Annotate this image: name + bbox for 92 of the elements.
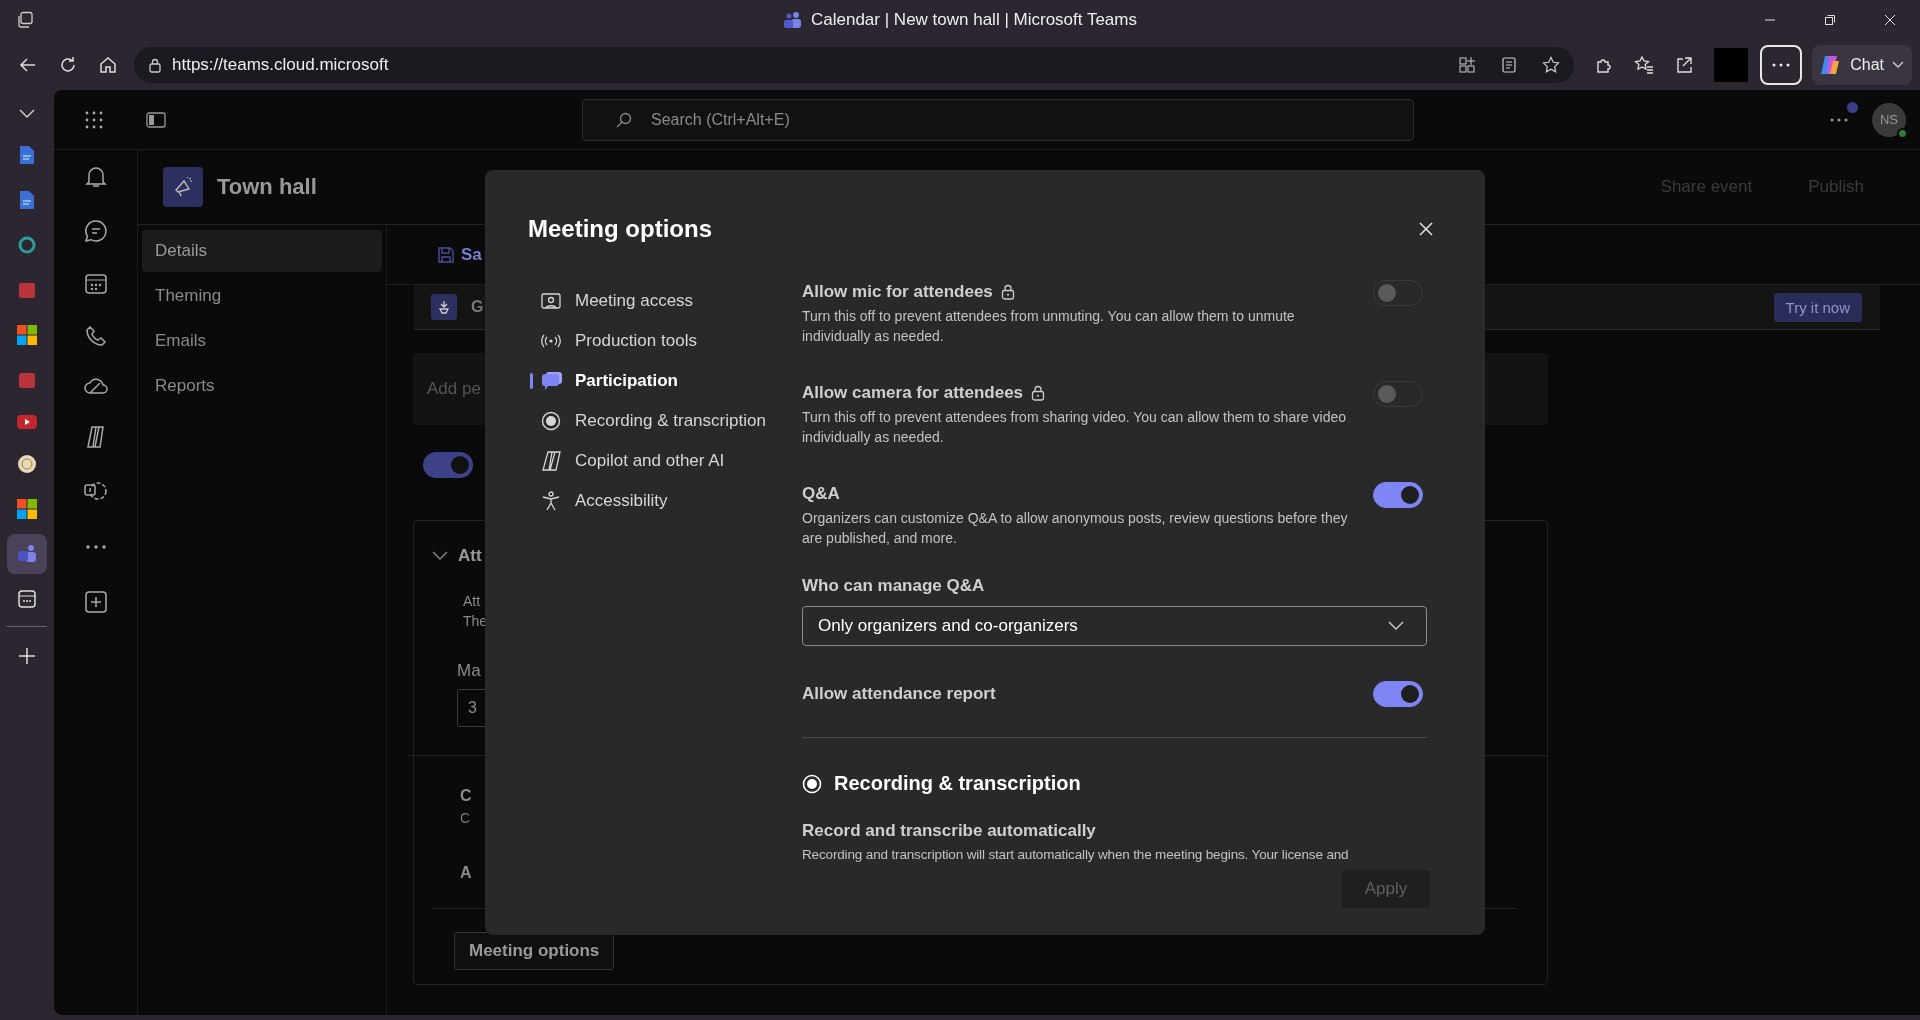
windows-logo-icon[interactable]	[17, 325, 37, 345]
banner-icon	[431, 294, 457, 320]
setting-title: Allow mic for attendees	[802, 281, 993, 303]
bell-icon[interactable]	[84, 165, 107, 189]
apps-icon[interactable]	[1458, 56, 1477, 74]
more-icon[interactable]	[85, 545, 106, 549]
chat-button[interactable]: Chat	[1812, 45, 1912, 85]
restore-icon[interactable]	[1824, 14, 1836, 26]
setting-description: Organizers can customize Q&A to allow anonymous posts, review questions before they are published, and more.	[802, 509, 1349, 548]
pdf-icon[interactable]	[18, 280, 36, 300]
setting-description: Turn this off to prevent attendees from unmuting. You can allow them to unmute individually as needed.	[802, 307, 1296, 346]
record-icon	[802, 773, 822, 794]
app-launcher-icon[interactable]	[85, 110, 103, 129]
video-icon[interactable]	[17, 415, 37, 429]
nav-item[interactable]: Emails	[142, 320, 382, 362]
row-title: A	[460, 864, 472, 882]
caret-icon	[1892, 61, 1904, 69]
record-icon	[541, 411, 563, 431]
options-nav-item[interactable]: Participation	[530, 361, 802, 401]
setting-title: Record and transcribe automatically	[802, 820, 1097, 842]
more-button[interactable]	[1760, 45, 1803, 85]
try-it-now-button[interactable]: Try it now	[1773, 292, 1862, 322]
section-text: Att	[463, 592, 481, 611]
toggle-switch[interactable]	[1373, 681, 1423, 707]
search-icon	[616, 111, 632, 128]
favorites-icon[interactable]	[1634, 55, 1655, 75]
row-title: C	[460, 787, 472, 805]
close-icon[interactable]	[1884, 14, 1896, 26]
chevron-icon	[1388, 621, 1404, 631]
phone-icon[interactable]	[84, 325, 107, 347]
setting-title: Allow camera for attendees	[802, 382, 1024, 404]
nav-item[interactable]: Reports	[142, 365, 382, 407]
broadcast-icon	[541, 332, 563, 350]
section-title: Att	[458, 546, 482, 566]
row-text: C	[460, 810, 471, 826]
more-icon	[1772, 63, 1791, 67]
more-icon[interactable]	[1830, 117, 1848, 122]
cloud-icon[interactable]	[83, 377, 108, 395]
add-app-icon[interactable]	[84, 591, 107, 613]
sidebar-toggle-icon[interactable]	[146, 111, 166, 128]
section-heading: Recording & transcription	[834, 772, 1081, 795]
save-icon[interactable]	[437, 245, 455, 264]
options-nav-item[interactable]: Copilot and other AI	[530, 441, 802, 481]
document-icon[interactable]	[19, 190, 35, 210]
chevron-icon[interactable]	[432, 551, 448, 561]
people-icon	[783, 11, 803, 29]
avatar[interactable]: NS	[1872, 102, 1906, 137]
meeting-options-button[interactable]: Meeting options	[454, 932, 615, 970]
lock-icon	[148, 57, 162, 73]
window-title: Calendar | New town hall | Microsoft Teams	[811, 10, 1137, 30]
nav-item[interactable]: Theming	[142, 275, 382, 317]
banner-text: G	[471, 298, 484, 316]
setting-description: Recording and transcription will start automatically when the meeting begins. Your license and	[802, 846, 1350, 864]
event-title: Town hall	[217, 174, 317, 200]
nav-item[interactable]: Details	[142, 230, 382, 272]
chat-bubbles-icon	[541, 371, 563, 391]
search-field[interactable]: Search (Ctrl+Alt+E)	[582, 98, 1414, 141]
home-icon[interactable]	[98, 55, 118, 75]
setting-description: Turn this off to prevent attendees from sharing video. You can allow them to share video individually as needed.	[802, 408, 1347, 447]
refresh-icon[interactable]	[58, 55, 78, 75]
dropdown-label: Who can manage Q&A	[802, 575, 986, 597]
add-icon[interactable]	[18, 647, 36, 665]
field-label: Ma	[457, 661, 481, 681]
close-icon[interactable]	[1418, 221, 1434, 237]
megaphone-icon	[163, 167, 203, 207]
setting-title: Q&A	[802, 483, 840, 505]
people-icon[interactable]	[7, 534, 47, 574]
share-icon[interactable]	[1674, 55, 1695, 75]
toggle-switch[interactable]	[1373, 482, 1423, 508]
dropdown[interactable]: Only organizers and co-organizers	[802, 606, 1427, 646]
pdf-icon[interactable]	[18, 370, 36, 390]
setting-title: Allow attendance report	[802, 683, 996, 705]
toggle-switch[interactable]	[423, 452, 473, 478]
badge-icon[interactable]	[17, 454, 37, 474]
options-nav-item[interactable]: Recording & transcription	[530, 401, 802, 441]
options-nav-item[interactable]: Meeting access	[530, 281, 802, 321]
status-dot	[1897, 127, 1908, 139]
contact-card-icon	[541, 292, 563, 310]
dialog-title: Meeting options	[528, 215, 712, 243]
reading-view-icon[interactable]	[1500, 56, 1519, 74]
save-label[interactable]: Sa	[461, 244, 482, 265]
tabs-icon[interactable]	[16, 11, 34, 29]
document-icon[interactable]	[19, 145, 35, 165]
address-field[interactable]: https://teams.cloud.microsoft	[134, 47, 1575, 83]
options-nav-item[interactable]: Accessibility	[530, 481, 802, 521]
notification-dot	[1847, 101, 1858, 113]
chevron-icon[interactable]	[18, 108, 36, 120]
chat-icon[interactable]	[83, 219, 108, 243]
star-icon[interactable]	[1542, 56, 1561, 74]
calendar-icon[interactable]	[84, 273, 107, 295]
options-nav-item[interactable]: Production tools	[530, 321, 802, 361]
windows-logo-icon[interactable]	[17, 499, 37, 519]
